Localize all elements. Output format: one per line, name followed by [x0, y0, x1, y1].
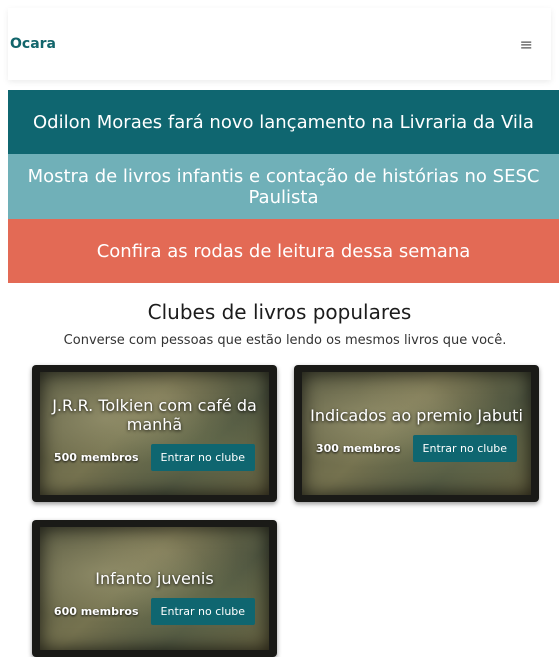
club-card: J.R.R. Tolkien com café da manhã 500 mem… — [32, 365, 277, 502]
section-title: Clubes de livros populares — [147, 300, 412, 324]
club-card-title: Indicados ao premio Jabuti — [310, 405, 523, 425]
club-members-count: 500 membros — [53, 451, 139, 464]
club-card: Infanto juvenis 600 membros Entrar no cl… — [32, 520, 277, 657]
club-members-count: 300 membros — [315, 441, 401, 455]
news-banner-1[interactable]: Odilon Moraes fará novo lançamento na Li… — [8, 90, 559, 154]
join-club-button[interactable]: Entrar no clube — [150, 444, 256, 471]
news-banner-2[interactable]: Mostra de livros infantis e contação de … — [8, 154, 559, 219]
join-club-button[interactable]: Entrar no clube — [412, 434, 518, 462]
join-club-button[interactable]: Entrar no clube — [150, 598, 256, 625]
section-subtitle: Converse com pessoas que estão lendo os … — [63, 333, 507, 348]
news-banner-text: Confira as rodas de leitura dessa semana — [96, 240, 471, 262]
news-banner-text: Mostra de livros infantis e contação de … — [27, 165, 540, 208]
club-card-title: J.R.R. Tolkien com café da manhã — [52, 396, 257, 434]
club-card: Indicados ao premio Jabuti 300 membros E… — [294, 365, 539, 502]
navbar: Ocara ≡ — [8, 8, 551, 80]
news-banner-text: Odilon Moraes fará novo lançamento na Li… — [33, 111, 534, 133]
brand-logo[interactable]: Ocara — [10, 36, 56, 52]
club-card-title: Infanto juvenis — [95, 569, 214, 588]
news-banner-3[interactable]: Confira as rodas de leitura dessa semana — [8, 219, 559, 283]
hamburger-menu-icon[interactable]: ≡ — [520, 35, 533, 54]
club-members-count: 600 membros — [53, 605, 139, 618]
